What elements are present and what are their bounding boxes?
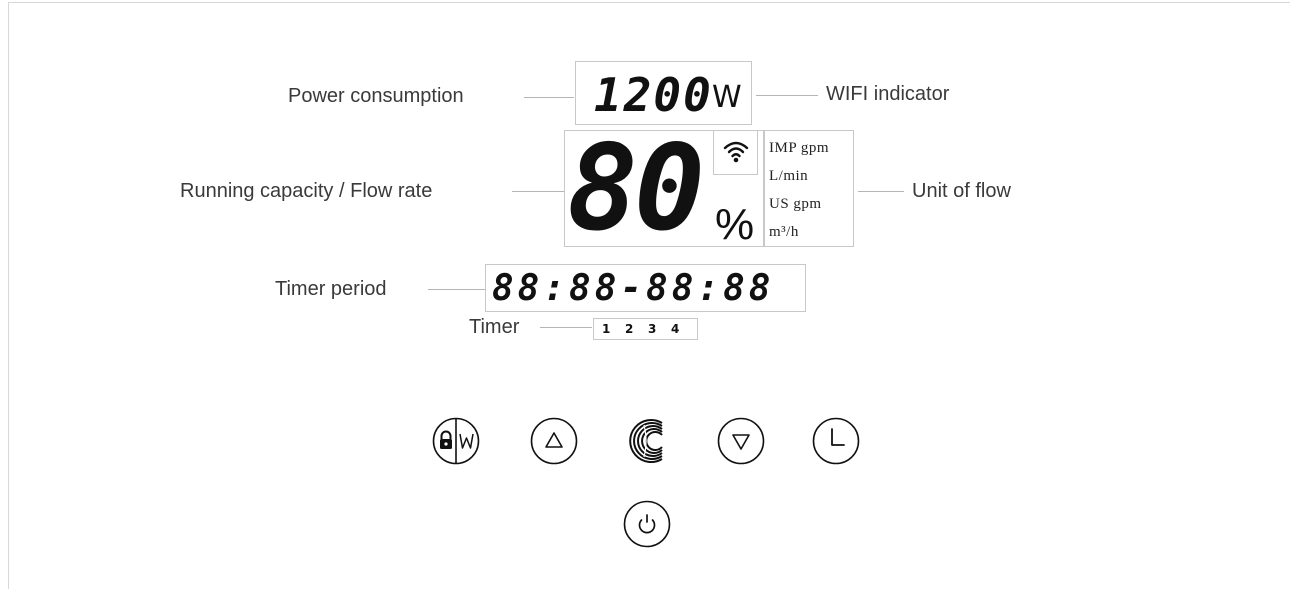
power-value: 1200: [594, 68, 713, 122]
lock-wifi-icon: [431, 416, 481, 466]
triangle-down-icon: [716, 416, 766, 466]
unit-of-flow-leader: [858, 191, 904, 192]
timer-period-value: 88:88-88:88: [492, 268, 775, 309]
running-capacity-leader: [512, 191, 564, 192]
wifi-indicator-label: WIFI indicator: [826, 83, 950, 105]
power-consumption-leader: [524, 97, 574, 98]
power-display: 1200 W: [575, 61, 752, 125]
clock-icon: [811, 416, 861, 466]
timer-leader: [540, 327, 592, 328]
power-consumption-label: Power consumption: [288, 85, 464, 107]
mode-button[interactable]: [622, 413, 678, 469]
running-capacity-label: Running capacity / Flow rate: [180, 180, 433, 202]
flow-unit-imp-gpm: IMP gpm: [769, 140, 830, 156]
capacity-value: 80: [567, 119, 705, 257]
wifi-indicator-leader: [756, 95, 818, 96]
wifi-icon: [722, 137, 750, 170]
flow-unit-us-gpm: US gpm: [769, 196, 822, 212]
power-unit: W: [712, 80, 742, 115]
timer-button[interactable]: [811, 416, 861, 466]
flow-unit-box: IMP gpm L/min US gpm m³/h: [764, 130, 854, 247]
up-button[interactable]: [529, 416, 579, 466]
unit-of-flow-label: Unit of flow: [912, 180, 1011, 202]
timer-period-leader: [428, 289, 485, 290]
timer-slot-2: 2: [625, 322, 634, 336]
triangle-up-icon: [529, 416, 579, 466]
wifi-indicator-box: [713, 130, 758, 175]
power-icon: [622, 499, 672, 549]
timer-slot-1: 1: [602, 322, 611, 336]
flow-unit-l-min: L/min: [769, 168, 809, 184]
timer-slot-4: 4: [671, 322, 680, 336]
timer-period-label: Timer period: [275, 278, 387, 300]
flow-unit-m3-h: m³/h: [769, 224, 799, 240]
lock-wifi-button[interactable]: [431, 416, 481, 466]
down-button[interactable]: [716, 416, 766, 466]
timer-slot-3: 3: [648, 322, 657, 336]
timer-label: Timer: [469, 316, 520, 338]
brand-swirl-icon: [622, 413, 678, 469]
timer-period-display: 88:88-88:88: [485, 264, 806, 312]
power-button[interactable]: [622, 499, 672, 549]
capacity-unit: %: [715, 200, 755, 249]
timer-slot-box: 1 2 3 4: [593, 318, 698, 340]
